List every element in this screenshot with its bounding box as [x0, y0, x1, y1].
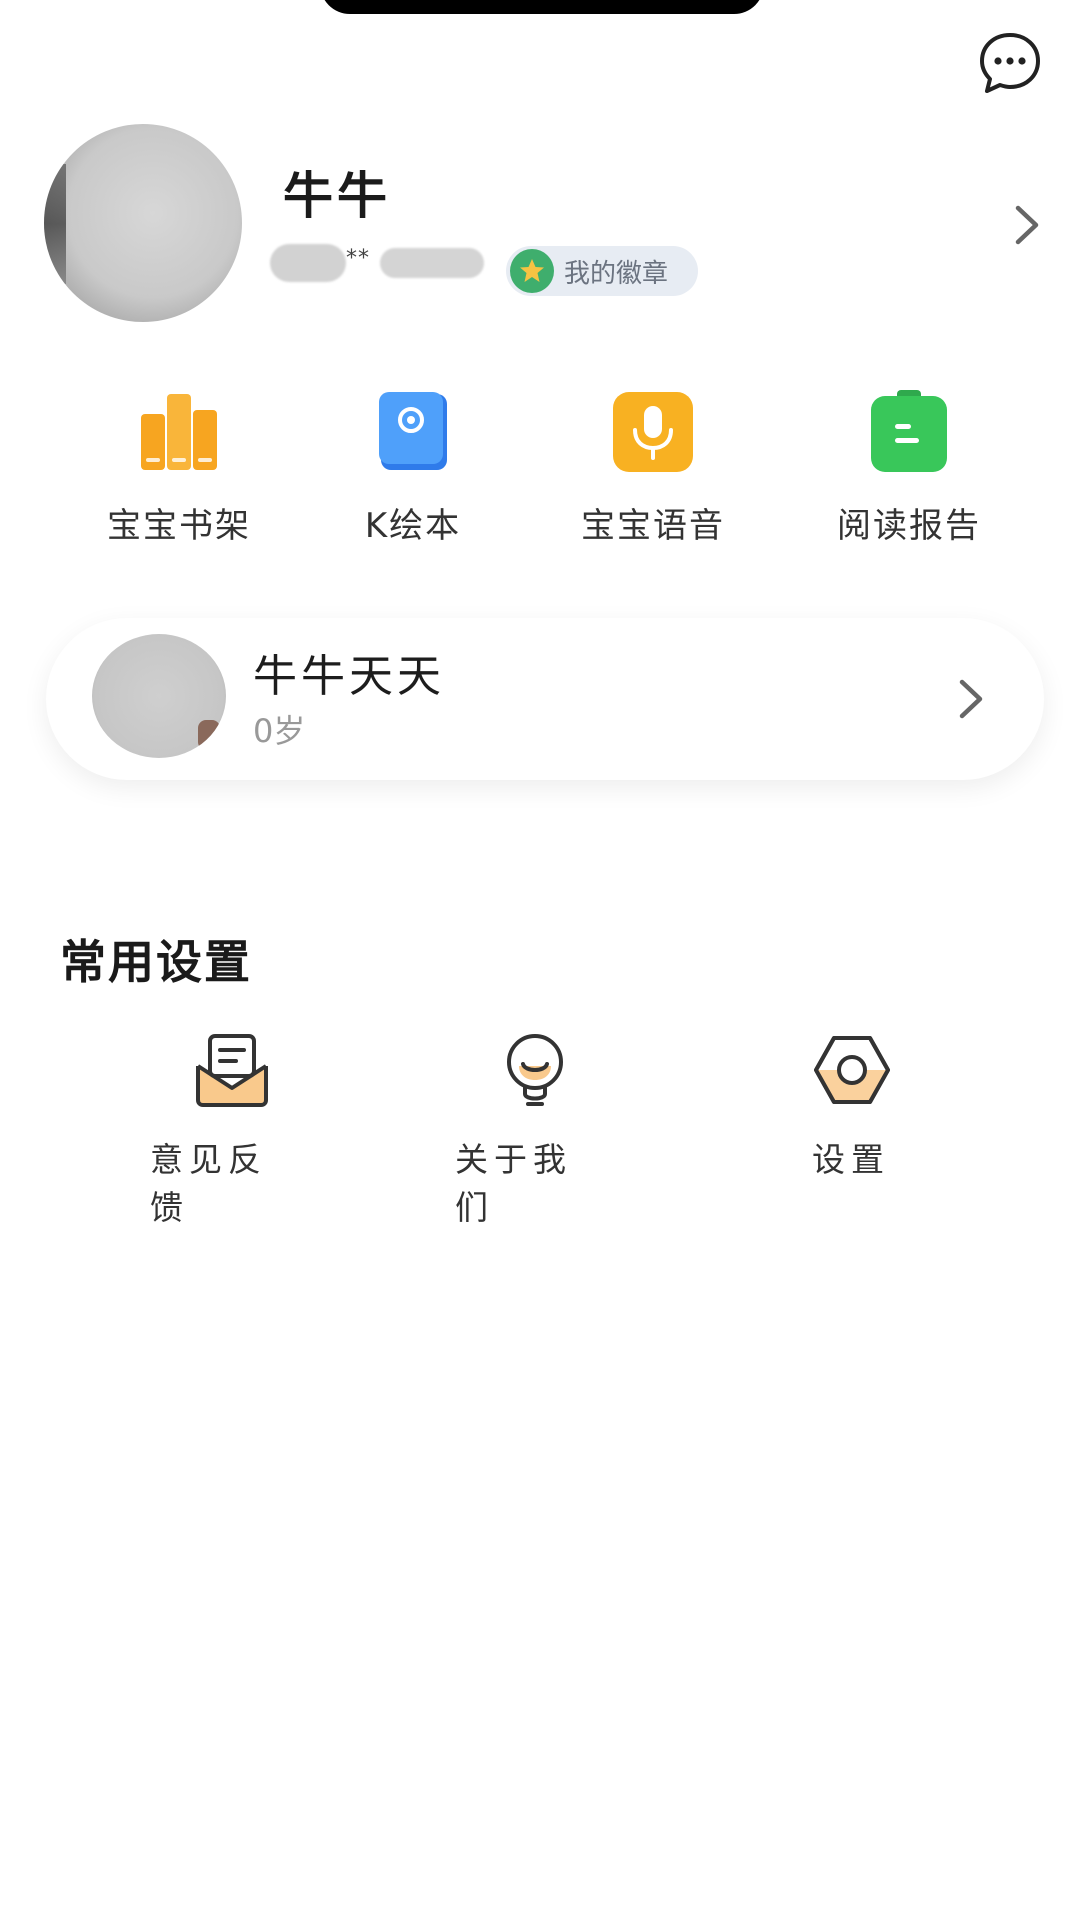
- child-profile-card[interactable]: 牛牛天天 0岁: [46, 618, 1044, 780]
- chevron-right-icon: [959, 679, 983, 719]
- quick-item-label: 宝宝书架: [107, 506, 251, 546]
- settings-icon: [812, 1030, 892, 1110]
- report-icon: [867, 390, 951, 474]
- masked-user-id: **: [270, 242, 484, 282]
- user-name: 牛牛: [283, 167, 391, 225]
- feedback-icon: [192, 1030, 272, 1110]
- chevron-right-icon: [1015, 205, 1039, 245]
- settings-item-label: 设置: [812, 1140, 890, 1179]
- settings-item-label: 意见反馈: [150, 1140, 267, 1227]
- quick-item-label: 阅读报告: [837, 506, 981, 546]
- chat-bubble-icon: [980, 33, 1040, 93]
- quick-item-baby-voice[interactable]: 宝宝语音: [553, 390, 753, 547]
- badge-label: 我的徽章: [564, 258, 669, 289]
- quick-item-reading-report[interactable]: 阅读报告: [809, 390, 1009, 547]
- picture-book-icon: [371, 390, 455, 474]
- section-title-common-settings: 常用设置: [60, 935, 252, 989]
- star-icon: [510, 249, 554, 293]
- settings-item-label: 关于我们: [455, 1140, 572, 1227]
- settings-item-feedback[interactable]: 意见反馈: [150, 1030, 272, 1232]
- profile-chevron-button[interactable]: [1012, 200, 1042, 250]
- settings-item-about-us[interactable]: 关于我们: [455, 1030, 575, 1232]
- my-badge-button[interactable]: 我的徽章: [506, 246, 698, 296]
- lightbulb-icon: [495, 1030, 575, 1110]
- user-avatar[interactable]: [44, 124, 242, 322]
- quick-actions: 宝宝书架 K绘本 宝宝语音 阅读报告: [0, 390, 1080, 550]
- quick-item-label: K绘本: [364, 506, 462, 546]
- microphone-icon: [611, 390, 695, 474]
- child-chevron: [956, 674, 986, 724]
- device-notch: [320, 0, 764, 14]
- child-age: 0岁: [253, 712, 306, 750]
- quick-item-picture-book[interactable]: K绘本: [313, 390, 513, 547]
- message-button[interactable]: [977, 30, 1043, 96]
- quick-item-bookshelf[interactable]: 宝宝书架: [79, 390, 279, 547]
- child-name: 牛牛天天: [253, 651, 445, 702]
- quick-item-label: 宝宝语音: [581, 506, 725, 546]
- child-avatar: [92, 634, 226, 758]
- bookshelf-icon: [137, 390, 221, 474]
- settings-item-settings[interactable]: 设置: [812, 1030, 932, 1184]
